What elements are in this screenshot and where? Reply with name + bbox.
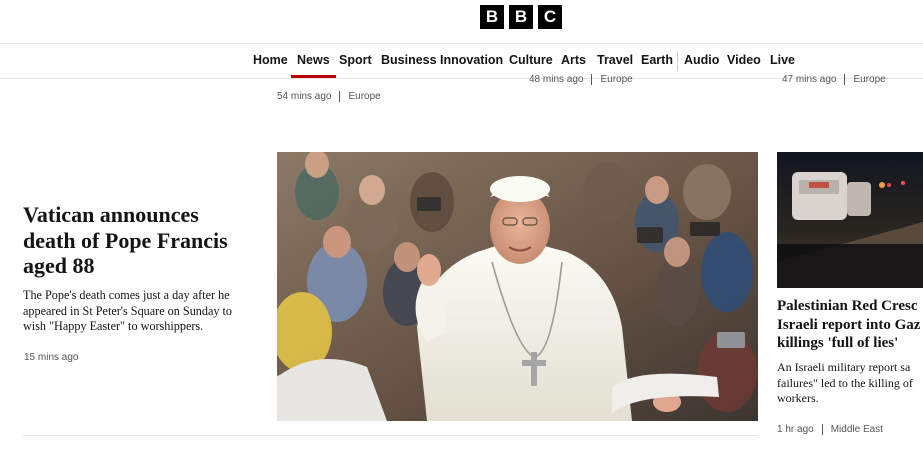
- story-meta: 54 mins ago Europe: [277, 91, 381, 102]
- main-story-meta: 15 mins ago: [24, 352, 78, 363]
- logo-letter-b2: B: [509, 5, 533, 29]
- headline-line: aged 88: [23, 253, 95, 278]
- nav-item-news[interactable]: News: [291, 44, 336, 78]
- headline-line: Vatican announces: [23, 202, 199, 227]
- story-time: 48 mins ago: [529, 74, 584, 85]
- nav-item-arts[interactable]: Arts: [561, 44, 586, 78]
- section-divider: [23, 435, 758, 436]
- headline-line: death of Pope Francis: [23, 227, 228, 253]
- pope-photo-art: [277, 152, 758, 421]
- story-time: 54 mins ago: [277, 91, 332, 102]
- story-time: 15 mins ago: [24, 352, 79, 363]
- nav-item-home[interactable]: Home: [253, 44, 288, 78]
- nav-item-travel[interactable]: Travel: [597, 44, 633, 78]
- nav-separator: [677, 51, 678, 71]
- main-story-headline[interactable]: Vatican announces death of Pope Francis …: [23, 202, 263, 279]
- story-region[interactable]: Europe: [348, 91, 380, 102]
- nav-item-business[interactable]: Business: [381, 44, 437, 78]
- nav-item-audio[interactable]: Audio: [684, 44, 719, 78]
- story-meta: 47 mins ago Europe: [782, 74, 886, 85]
- nav-item-video[interactable]: Video: [727, 44, 761, 78]
- side-story-meta: 1 hr ago Middle East: [777, 424, 883, 435]
- main-nav: Home News Sport Business Innovation Cult…: [0, 44, 923, 78]
- side-story-summary: An Israeli military report sa failures" …: [777, 360, 913, 405]
- story-region[interactable]: Middle East: [831, 424, 883, 435]
- logo-letter-b1: B: [480, 5, 504, 29]
- nav-item-innovation[interactable]: Innovation: [440, 44, 503, 78]
- story-time: 1 hr ago: [777, 424, 814, 435]
- nav-item-earth[interactable]: Earth: [641, 44, 673, 78]
- headline-line: killings 'full of lies': [777, 335, 899, 351]
- side-story-photo[interactable]: [777, 152, 923, 288]
- headline-line: Israeli report into Gaz: [777, 316, 921, 333]
- nav-item-sport[interactable]: Sport: [339, 44, 372, 78]
- bbc-logo[interactable]: B B C: [480, 5, 562, 29]
- logo-letter-c: C: [538, 5, 562, 29]
- main-story-summary: The Pope's death comes just a day after …: [23, 288, 233, 333]
- nav-item-live[interactable]: Live: [770, 44, 795, 78]
- story-time: 47 mins ago: [782, 74, 837, 85]
- story-meta: 48 mins ago Europe: [529, 74, 633, 85]
- nav-item-culture[interactable]: Culture: [509, 44, 553, 78]
- story-region[interactable]: Europe: [853, 74, 885, 85]
- side-story-headline[interactable]: Palestinian Red Cresc Israeli report int…: [777, 297, 923, 351]
- pope-photo[interactable]: [277, 152, 758, 421]
- headline-line: Palestinian Red Cresc: [777, 298, 918, 314]
- ambulance-night-photo: [777, 152, 923, 288]
- story-region[interactable]: Europe: [600, 74, 632, 85]
